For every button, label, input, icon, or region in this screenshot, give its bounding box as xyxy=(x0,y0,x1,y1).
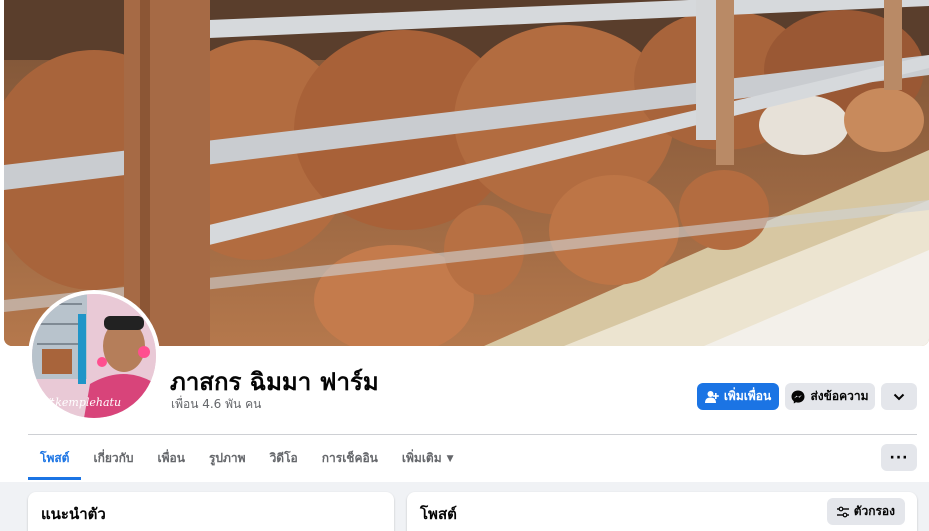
profile-header: #kemplehatu ภาสกร ฉิมมา ฟาร์ม เพื่อน 4.6… xyxy=(0,0,929,482)
message-button[interactable]: ส่งข้อความ xyxy=(785,383,875,410)
profile-more-button[interactable] xyxy=(881,383,917,410)
avatar-photo-image: #kemplehatu xyxy=(32,294,156,418)
posts-title: โพสต์ xyxy=(420,505,457,523)
avatar-watermark: #kemplehatu xyxy=(46,396,121,409)
tab-more[interactable]: เพิ่มเติม ▼ xyxy=(390,437,466,480)
friends-count[interactable]: เพื่อน 4.6 พัน คน xyxy=(171,395,261,414)
filter-button[interactable]: ตัวกรอง xyxy=(826,498,905,525)
tab-label: เพื่อน xyxy=(157,451,185,465)
cover-photo[interactable] xyxy=(4,0,929,346)
caret-down-icon: ▼ xyxy=(446,453,454,464)
tab-label: วิดีโอ xyxy=(269,451,298,465)
filter-label: ตัวกรอง xyxy=(853,504,895,518)
tab-label: เกี่ยวกับ xyxy=(93,451,134,465)
tab-friends[interactable]: เพื่อน xyxy=(146,437,197,480)
tab-about[interactable]: เกี่ยวกับ xyxy=(81,437,145,480)
tab-label: โพสต์ xyxy=(40,451,70,465)
profile-tabs: โพสต์ เกี่ยวกับ เพื่อน รูปภาพ วิดีโอ การ… xyxy=(28,437,466,480)
tab-checkins[interactable]: การเช็คอิน xyxy=(310,437,390,480)
chevron-down-icon xyxy=(893,390,905,404)
add-friend-label: เพิ่มเพื่อน xyxy=(723,389,772,403)
tab-photos[interactable]: รูปภาพ xyxy=(197,437,258,480)
intro-card: แนะนำตัว xyxy=(28,492,394,531)
more-dots-icon: ··· xyxy=(889,449,909,466)
intro-title: แนะนำตัว xyxy=(41,505,106,523)
message-label: ส่งข้อความ xyxy=(810,389,869,403)
messenger-icon xyxy=(791,390,805,404)
add-friend-button[interactable]: เพิ่มเพื่อน xyxy=(697,383,779,410)
tab-label: รูปภาพ xyxy=(208,451,246,465)
filter-sliders-icon xyxy=(836,506,849,518)
tab-posts[interactable]: โพสต์ xyxy=(28,437,82,480)
add-friend-icon xyxy=(704,390,719,404)
profile-picture[interactable]: #kemplehatu xyxy=(28,290,160,422)
profile-page: #kemplehatu ภาสกร ฉิมมา ฟาร์ม เพื่อน 4.6… xyxy=(0,0,929,531)
avatar: #kemplehatu xyxy=(32,294,156,418)
tab-videos[interactable]: วิดีโอ xyxy=(258,437,310,480)
tabs-more-button[interactable]: ··· xyxy=(881,444,917,471)
posts-card: โพสต์ ตัวกรอง xyxy=(407,492,917,531)
tab-label: เพิ่มเติม xyxy=(401,451,442,465)
tab-label: การเช็คอิน xyxy=(321,451,378,465)
cover-photo-cattle-image xyxy=(4,0,929,346)
header-divider xyxy=(28,434,917,435)
